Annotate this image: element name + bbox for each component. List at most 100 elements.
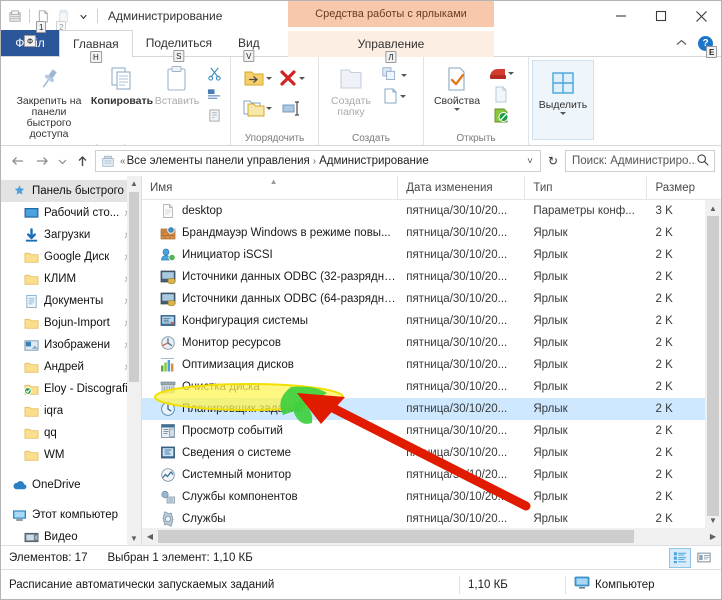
table-row[interactable]: Инициатор iSCSI пятница/30/10/20... Ярлык 2… [142, 244, 721, 266]
forward-button[interactable] [31, 150, 53, 172]
nav-item-1[interactable]: Рабочий сто... [1, 202, 141, 224]
copy-button[interactable]: Копировать [91, 61, 153, 109]
large-icons-view-button[interactable] [693, 548, 715, 568]
move-to-button[interactable] [243, 68, 272, 88]
table-row[interactable]: Службы пятница/30/10/20... Ярлык 2 K [142, 508, 721, 530]
tab-view[interactable]: Вид V [225, 30, 273, 62]
table-row[interactable]: Очистка диска пятница/30/10/20... Ярлык 2 K [142, 376, 721, 398]
open-icon[interactable] [486, 63, 516, 83]
hscroll-thumb[interactable] [158, 530, 634, 543]
open-caret-icon[interactable] [508, 71, 514, 75]
address-dropdown-icon[interactable]: ˅ [522, 156, 538, 167]
nav-item-6[interactable]: Bojun-Import [1, 312, 141, 334]
column-header-name[interactable]: Имя ▲ [142, 175, 399, 200]
nav-item-2[interactable]: Загрузки [1, 224, 141, 246]
tab-file[interactable]: Файл Ф [1, 30, 59, 56]
hscroll-track[interactable] [158, 528, 705, 545]
nav-item-14[interactable]: Этот компьютер [1, 504, 141, 526]
select-button[interactable]: Выделить [532, 60, 594, 140]
nav-pane-scrollbar[interactable]: ▲ ▼ [127, 176, 141, 545]
nav-item-7[interactable]: Изображени [1, 334, 141, 356]
new-item-icon[interactable] [379, 65, 409, 85]
move-to-caret-icon[interactable] [266, 76, 272, 80]
table-row[interactable]: Системный монитор пятница/30/10/20... Ярлы… [142, 464, 721, 486]
nav-item-11[interactable]: qq [1, 422, 141, 444]
details-view-button[interactable] [669, 547, 691, 568]
paste-shortcut-icon[interactable] [203, 105, 225, 125]
table-row[interactable]: Конфигурация системы пятница/30/10/20... Я… [142, 310, 721, 332]
close-button[interactable] [681, 1, 721, 31]
properties-button[interactable]: Свойства [428, 61, 486, 113]
nav-item-9[interactable]: Eloy - Discografi [1, 378, 141, 400]
table-row[interactable]: Оптимизация дисков пятница/30/10/20... Ярл… [142, 354, 721, 376]
tab-manage[interactable]: Управление Л [288, 31, 494, 63]
file-scroll-up-icon[interactable]: ▲ [705, 200, 721, 216]
delete-caret-icon[interactable] [299, 76, 305, 80]
copy-path-icon[interactable] [203, 84, 225, 104]
file-list-scrollbar[interactable]: ▲ ▼ [705, 200, 721, 528]
new-folder-button[interactable]: Создать папку [323, 61, 379, 120]
nav-item-13[interactable]: OneDrive [1, 474, 141, 496]
delete-button[interactable] [278, 68, 305, 88]
minimize-button[interactable] [601, 1, 641, 31]
hscroll-left-icon[interactable]: ◀ [142, 532, 158, 541]
address-bar[interactable]: « Все элементы панели управления › Админ… [95, 150, 541, 172]
table-row[interactable]: desktop пятница/30/10/20... Параметры конф… [142, 200, 721, 222]
nav-item-8[interactable]: Андрей [1, 356, 141, 378]
collapse-ribbon-icon[interactable] [675, 36, 688, 50]
help-icon[interactable]: ? E [698, 35, 718, 58]
breadcrumb-item-0[interactable]: Все элементы панели управления [127, 155, 310, 167]
copy-to-button[interactable] [243, 98, 272, 118]
cut-icon[interactable] [203, 63, 225, 83]
edit-icon[interactable] [486, 84, 516, 104]
nav-item-15[interactable]: Видео [1, 526, 141, 545]
nav-item-0[interactable]: Панель быстрого [1, 180, 141, 202]
up-button[interactable] [71, 150, 93, 172]
nav-item-12[interactable]: WM [1, 444, 141, 466]
search-box[interactable] [565, 150, 715, 172]
nav-scroll-up-icon[interactable]: ▲ [127, 176, 141, 190]
file-scroll-down-icon[interactable]: ▼ [705, 512, 721, 528]
nav-scroll-thumb[interactable] [129, 192, 139, 382]
search-icon[interactable] [696, 153, 710, 170]
back-button[interactable] [7, 150, 29, 172]
table-row[interactable]: Источники данных ODBC (32-разрядна... пят… [142, 266, 721, 288]
pin-to-quick-access-button[interactable]: Закрепить на панели быстрого доступа [5, 61, 93, 142]
new-item-caret-icon[interactable] [401, 73, 407, 77]
column-header-date[interactable]: Дата изменения [398, 175, 526, 200]
search-input[interactable] [572, 155, 696, 167]
file-scroll-thumb[interactable] [707, 216, 719, 516]
nav-scroll-down-icon[interactable]: ▼ [127, 531, 141, 545]
rename-button[interactable] [281, 98, 303, 118]
hscroll-right-icon[interactable]: ▶ [705, 532, 721, 541]
table-row[interactable]: Монитор ресурсов пятница/30/10/20... Ярлык… [142, 332, 721, 354]
table-row[interactable]: Сведения о системе пятница/30/10/20... Ярл… [142, 442, 721, 464]
tab-share[interactable]: Поделиться S [133, 30, 225, 62]
file-list-hscrollbar[interactable]: ◀ ▶ [142, 528, 721, 545]
select-caret-icon[interactable] [560, 112, 566, 115]
nav-item-10[interactable]: iqra [1, 400, 141, 422]
copy-to-caret-icon[interactable] [266, 106, 272, 110]
table-row[interactable]: Планировщик заданий пятница/30/10/20... Яр… [142, 398, 721, 420]
history-icon[interactable] [486, 105, 516, 125]
properties-icon[interactable]: 2 [55, 8, 72, 33]
refresh-button[interactable]: ↻ [543, 150, 563, 172]
table-row[interactable]: Брандмауэр Windows в режиме повы... пятни… [142, 222, 721, 244]
properties-caret-icon[interactable] [454, 108, 460, 111]
nav-item-5[interactable]: Документы [1, 290, 141, 312]
maximize-button[interactable] [641, 1, 681, 31]
nav-item-3[interactable]: Google Диск [1, 246, 141, 268]
table-row[interactable]: Просмотр событий пятница/30/10/20... Ярлык… [142, 420, 721, 442]
recent-locations-button[interactable] [55, 150, 69, 172]
nav-item-4[interactable]: КЛИМ [1, 268, 141, 290]
chevron-down-icon[interactable] [75, 8, 92, 25]
easy-access-icon[interactable] [379, 86, 409, 106]
folder-properties-icon[interactable] [7, 8, 24, 25]
column-header-type[interactable]: Тип [525, 175, 648, 200]
new-folder-icon[interactable]: 1 [35, 8, 52, 33]
paste-button[interactable]: Вставить [151, 61, 203, 109]
breadcrumb-item-1[interactable]: Администрирование [319, 155, 429, 167]
column-header-size[interactable]: Размер [647, 176, 721, 200]
table-row[interactable]: Службы компонентов пятница/30/10/20... Ярл… [142, 486, 721, 508]
tab-home[interactable]: Главная Н [59, 30, 133, 63]
